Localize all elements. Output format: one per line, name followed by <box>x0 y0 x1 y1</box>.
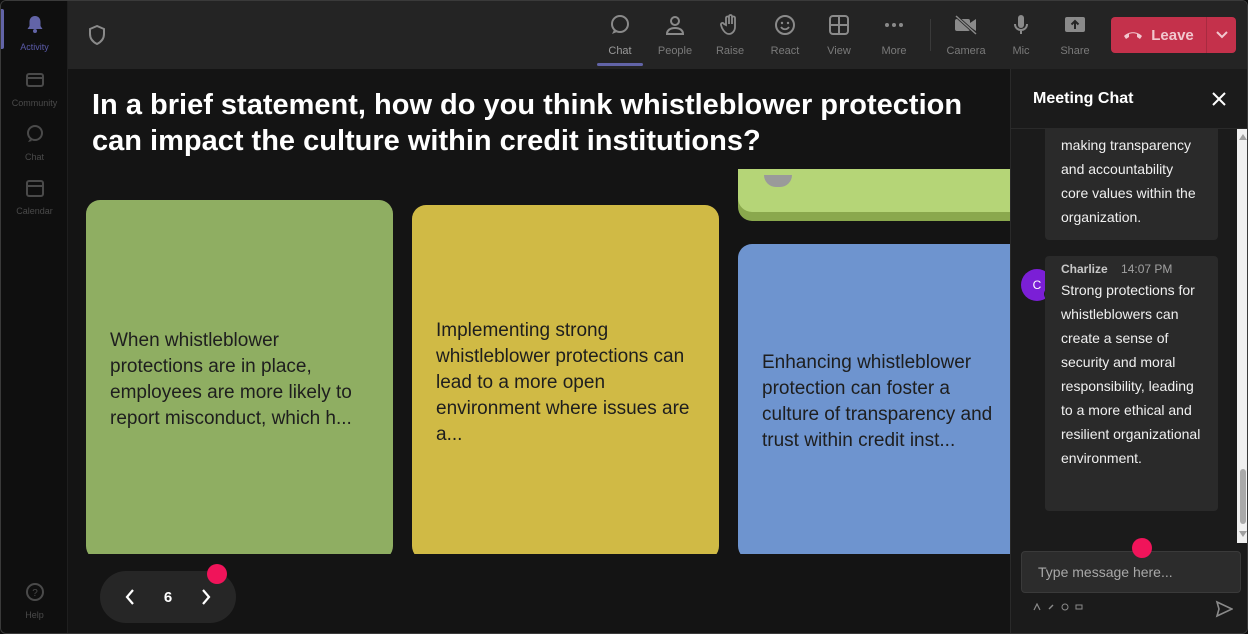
toolbar-react-button[interactable]: React <box>757 11 813 63</box>
toolbar-button-label: Mic <box>1012 45 1030 57</box>
gif-icon[interactable] <box>1075 603 1083 611</box>
mic-icon <box>1014 15 1028 34</box>
toolbar-more-button[interactable]: More <box>866 11 922 63</box>
chevron-right-icon[interactable] <box>200 588 212 606</box>
raise-hand-icon <box>720 14 736 35</box>
leave-main[interactable]: Leave <box>1111 17 1206 53</box>
calendar-icon <box>25 180 44 197</box>
help-icon: ? <box>25 583 44 601</box>
left-rail: Activity Community Chat Calendar ? Help <box>1 1 68 633</box>
chat-message-text: Strong protections for whistleblowers ca… <box>1061 282 1201 466</box>
scroll-down-arrow-icon[interactable] <box>1239 531 1247 537</box>
bell-icon <box>27 16 42 33</box>
chat-message: making transparency and accountability c… <box>1045 129 1218 240</box>
toolbar-view-button[interactable]: View <box>811 11 867 63</box>
rail-item-activity[interactable]: Activity <box>1 7 68 59</box>
rail-item-label: Activity <box>20 42 49 52</box>
response-card-text: Implementing strong whistleblower protec… <box>436 319 690 445</box>
click-marker <box>1132 538 1152 558</box>
meeting-toolbar: Chat People Raise React View More Camera <box>68 1 1247 69</box>
toolbar-button-label: Chat <box>608 45 632 57</box>
more-dots-icon <box>885 23 903 27</box>
emoji-icon[interactable] <box>1061 603 1069 611</box>
toolbar-mic-button[interactable]: Mic <box>993 11 1049 63</box>
chat-message-text: making transparency and accountability c… <box>1061 137 1196 225</box>
toolbar-button-label: More <box>881 45 907 57</box>
rail-item-label: Community <box>11 98 58 108</box>
rail-item-help[interactable]: ? Help <box>1 575 68 627</box>
toolbar-camera-button[interactable]: Camera <box>938 11 994 63</box>
phone-hangup-icon <box>1124 32 1143 39</box>
click-marker <box>207 564 227 584</box>
format-toolbar <box>1033 603 1083 611</box>
page-number: 6 <box>163 588 173 606</box>
toolbar-raise-button[interactable]: Raise <box>702 11 758 63</box>
response-card-text: Enhancing whistleblower protection can f… <box>762 352 993 451</box>
active-tab-indicator <box>597 63 643 66</box>
chat-message-author: Charlize <box>1061 262 1108 276</box>
chat-icon <box>611 15 629 34</box>
toolbar-people-button[interactable]: People <box>647 11 703 63</box>
chat-header: Meeting Chat <box>1011 69 1247 129</box>
chat-icon <box>26 125 43 142</box>
community-icon <box>25 73 44 87</box>
chat-message-time: 14:07 PM <box>1121 262 1173 276</box>
svg-text:?: ? <box>32 588 38 599</box>
attach-icon[interactable] <box>1047 603 1055 611</box>
rail-item-community[interactable]: Community <box>1 63 68 115</box>
send-icon[interactable] <box>1215 600 1233 618</box>
rail-item-label: Help <box>25 610 44 620</box>
close-icon[interactable] <box>1211 91 1227 107</box>
rail-item-chat[interactable]: Chat <box>1 117 68 169</box>
camera-off-icon <box>954 14 978 36</box>
shield-icon[interactable] <box>88 25 106 45</box>
chat-scrollbar[interactable] <box>1237 129 1247 543</box>
leave-button[interactable]: Leave <box>1111 17 1236 53</box>
rail-item-label: Calendar <box>16 206 53 216</box>
leave-label: Leave <box>1151 26 1194 44</box>
toolbar-button-label: Camera <box>946 45 986 57</box>
presentation-stage: In a brief statement, how do you think w… <box>68 69 1010 633</box>
chat-title: Meeting Chat <box>1033 90 1134 107</box>
toolbar-chat-button[interactable]: Chat <box>592 11 648 63</box>
meeting-chat-panel: Meeting Chat making transparency and acc… <box>1010 69 1247 633</box>
toolbar-button-label: Raise <box>715 45 745 57</box>
response-card[interactable]: When whistleblower protections are in pl… <box>86 200 393 560</box>
chat-message: Charlize 14:07 PM Strong protections for… <box>1045 256 1218 511</box>
avatar-initial: C <box>1032 278 1042 292</box>
chevron-left-icon[interactable] <box>124 588 136 606</box>
share-screen-icon <box>1065 17 1085 32</box>
scroll-up-arrow-icon[interactable] <box>1239 134 1247 140</box>
chat-message-meta: Charlize 14:07 PM <box>1061 262 1204 276</box>
response-card[interactable]: Enhancing whistleblower protection can f… <box>738 244 1010 560</box>
toolbar-button-label: React <box>770 45 800 57</box>
chevron-down-icon <box>1215 31 1228 39</box>
chat-message-input[interactable] <box>1021 551 1241 593</box>
toolbar-button-label: View <box>827 45 851 57</box>
toolbar-share-button[interactable]: Share <box>1047 11 1103 63</box>
app-window: Activity Community Chat Calendar ? Help … <box>0 0 1248 634</box>
rail-item-calendar[interactable]: Calendar <box>1 171 68 223</box>
scroll-thumb[interactable] <box>1240 469 1246 524</box>
question-title: In a brief statement, how do you think w… <box>92 89 963 157</box>
response-card[interactable]: Implementing strong whistleblower protec… <box>412 205 719 560</box>
react-emoji-icon <box>775 15 795 35</box>
toolbar-button-label: People <box>657 45 693 57</box>
people-icon <box>665 16 685 35</box>
view-grid-icon <box>829 15 849 35</box>
format-icon[interactable] <box>1033 603 1041 611</box>
toolbar-divider <box>930 19 931 51</box>
rail-item-label: Chat <box>24 152 44 162</box>
response-card-text: When whistleblower protections are in pl… <box>110 330 352 429</box>
leave-options-dropdown[interactable] <box>1206 17 1236 53</box>
toolbar-button-label: Share <box>1060 45 1090 57</box>
